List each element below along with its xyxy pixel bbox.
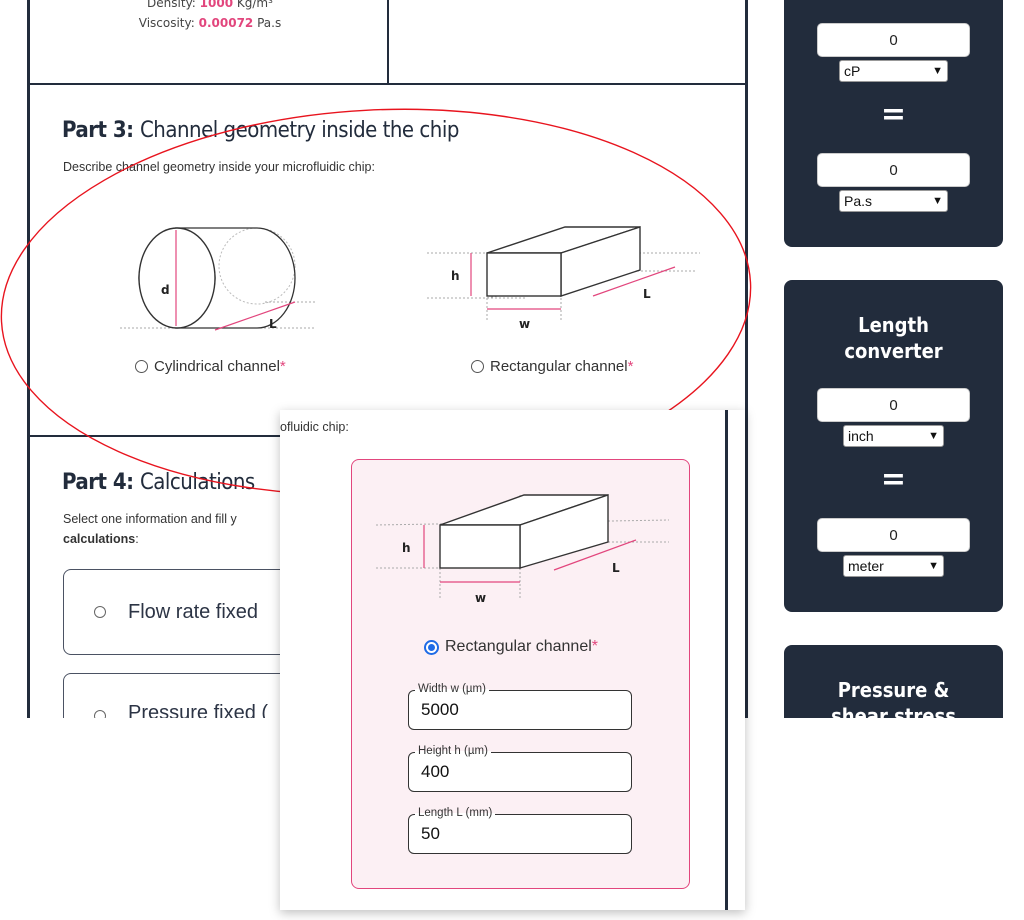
length-unit-select-2[interactable]: meter ▼ <box>843 555 944 577</box>
cylindrical-channel-radio[interactable]: Cylindrical channel * <box>135 358 286 375</box>
radio-button[interactable] <box>94 710 106 718</box>
required-mark: * <box>627 358 634 375</box>
section-divider <box>27 83 748 85</box>
pressure-shear-card: Pressure & shear stress <box>784 645 1003 718</box>
chevron-down-icon: ▼ <box>932 65 943 77</box>
rectangular-channel-label: Rectangular channel <box>445 638 592 655</box>
diagram-label-h: h <box>402 541 411 555</box>
viscosity-input-2[interactable]: 0 <box>817 153 970 187</box>
length-converter-title: Length converter <box>844 313 943 363</box>
width-field-value[interactable]: 5000 <box>421 700 459 720</box>
radio-button[interactable] <box>135 360 148 373</box>
rectangular-channel-diagram: h w L <box>427 226 700 331</box>
part4-description: Select one information and fill y <box>63 512 237 526</box>
diagram-label-L: L <box>612 561 620 575</box>
equals-sign: = <box>880 97 907 132</box>
rectangular-channel-diagram: h w L <box>375 494 670 605</box>
length-input-1[interactable]: 0 <box>817 388 970 422</box>
column-divider <box>387 0 389 84</box>
density-text: Density: 1000 Kg/m³ <box>147 0 273 10</box>
viscosity-converter-card: 0 cP ▼ = 0 Pa.s ▼ <box>784 0 1003 247</box>
rectangular-channel-radio[interactable]: Rectangular channel * <box>471 358 633 375</box>
part3-description: Describe channel geometry inside your mi… <box>63 160 375 174</box>
diagram-label-w: w <box>519 317 530 331</box>
zoom-popup: ofluidic chip: h w L Rectangular channel… <box>280 410 745 910</box>
height-field[interactable]: Height h (µm) 400 <box>408 745 632 792</box>
panel-border-right <box>745 0 748 718</box>
length-field-value[interactable]: 50 <box>421 824 440 844</box>
cylindrical-channel-diagram: d L <box>120 227 315 331</box>
diagram-label-L: L <box>269 317 277 331</box>
diagram-label-w: w <box>475 591 486 605</box>
chevron-down-icon: ▼ <box>932 195 943 207</box>
required-mark: * <box>591 638 598 655</box>
panel-border-left <box>27 0 30 718</box>
height-field-label: Height h (µm) <box>415 745 491 757</box>
cylindrical-channel-label: Cylindrical channel <box>154 358 280 375</box>
length-field[interactable]: Length L (mm) 50 <box>408 807 632 854</box>
popup-header-text: ofluidic chip: <box>280 420 349 434</box>
required-mark: * <box>279 358 286 375</box>
chevron-down-icon: ▼ <box>928 560 939 572</box>
pressure-card-title: Pressure & shear stress <box>831 678 956 718</box>
radio-button-checked[interactable] <box>424 639 439 655</box>
length-converter-card: Length converter 0 inch ▼ = 0 meter ▼ <box>784 280 1003 612</box>
viscosity-input-1[interactable]: 0 <box>817 23 970 57</box>
height-field-value[interactable]: 400 <box>421 762 449 782</box>
part4-description-line2: calculations: <box>63 532 139 546</box>
rectangular-channel-radio-selected[interactable]: Rectangular channel * <box>424 638 598 656</box>
equals-sign: = <box>880 462 907 497</box>
part3-title: Part 3: Channel geometry inside the chip <box>62 118 459 143</box>
pressure-fixed-label: Pressure fixed ( <box>128 702 269 718</box>
diagram-label-h: h <box>451 269 460 283</box>
length-unit-select-1[interactable]: inch ▼ <box>843 425 944 447</box>
viscosity-unit-select-2[interactable]: Pa.s ▼ <box>839 190 948 212</box>
width-field-label: Width w (µm) <box>415 683 489 695</box>
length-input-2[interactable]: 0 <box>817 518 970 552</box>
part4-title: Part 4: Calculations <box>62 470 255 495</box>
radio-button[interactable] <box>94 606 106 618</box>
length-field-label: Length L (mm) <box>415 807 496 819</box>
rectangular-channel-label: Rectangular channel <box>490 358 628 375</box>
pressure-card-clip: Pressure & shear stress <box>784 645 1003 718</box>
viscosity-text: Viscosity: 0.00072 Pa.s <box>138 16 282 30</box>
viscosity-unit-select-1[interactable]: cP ▼ <box>839 60 948 82</box>
radio-button[interactable] <box>471 360 484 373</box>
diagram-label-d: d <box>161 283 170 297</box>
diagram-label-L: L <box>643 287 651 301</box>
popup-border-right <box>725 410 728 910</box>
flow-rate-fixed-label: Flow rate fixed <box>128 600 259 623</box>
width-field[interactable]: Width w (µm) 5000 <box>408 683 632 730</box>
chevron-down-icon: ▼ <box>928 430 939 442</box>
rectangular-channel-card[interactable]: h w L Rectangular channel * Width w (µm) … <box>351 459 690 889</box>
